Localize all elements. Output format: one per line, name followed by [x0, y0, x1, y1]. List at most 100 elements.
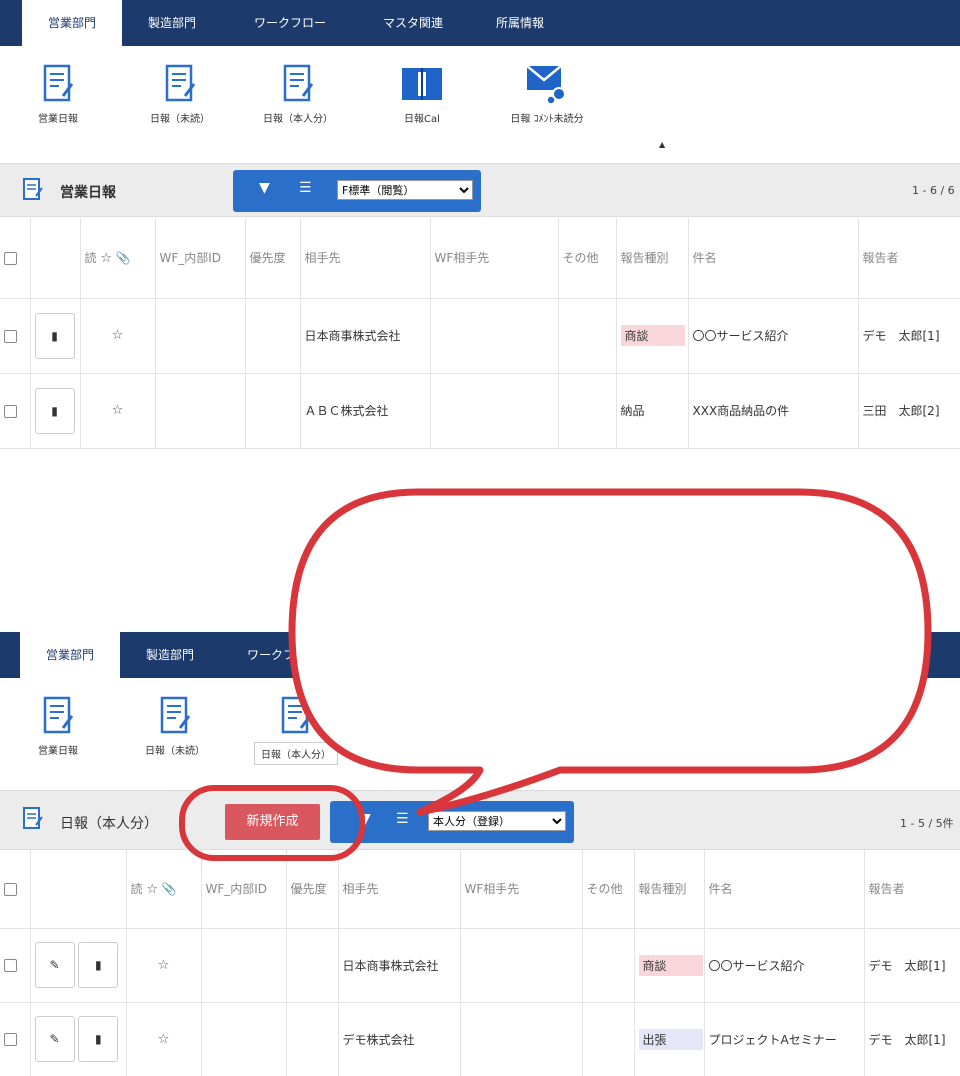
star-icon[interactable]: ☆: [112, 403, 124, 418]
row-checkbox[interactable]: [4, 1033, 17, 1046]
report-type-header[interactable]: 報告種別: [616, 218, 689, 299]
panel-title: 日報（本人分）: [60, 816, 158, 832]
report-type-badge: 商談: [620, 325, 685, 346]
subject-cell[interactable]: プロジェクトAセミナー: [704, 1002, 865, 1076]
report-type-cell: 納品: [616, 373, 689, 449]
view-select[interactable]: 本人分（登録）: [428, 811, 566, 831]
own-report-button[interactable]: 日報（本人分）: [248, 64, 348, 125]
sales-report-label: 営業日報: [38, 114, 78, 125]
tab-sales-dept[interactable]: 営業部門: [20, 632, 120, 678]
subject-cell[interactable]: XXX商品納品の件: [688, 373, 859, 449]
unread-comments-label: 日報 ｺﾒﾝﾄ未読分: [510, 114, 584, 125]
reporter-cell: デモ 太郎[1]: [858, 298, 960, 374]
top-main-tabs: 営業部門 製造部門 ワークフロー マスタ関連 所属情報: [0, 0, 960, 46]
own-report-button[interactable]: 日報（本人分）: [236, 696, 356, 765]
row-checkbox[interactable]: [4, 959, 17, 972]
reporter-header[interactable]: 報告者: [858, 218, 960, 299]
report-document-icon: [23, 178, 43, 200]
select-all-checkbox[interactable]: [4, 882, 17, 896]
report-type-header[interactable]: 報告種別: [634, 850, 705, 929]
report-calendar-label: 日報Cal: [404, 114, 440, 125]
report-document-icon: [43, 64, 74, 102]
read-column-header: 読: [84, 251, 97, 266]
star-icon[interactable]: ☆: [158, 1032, 170, 1047]
star-icon[interactable]: ☆: [158, 958, 170, 973]
list-view-icon[interactable]: ☰: [396, 811, 409, 827]
tab-master[interactable]: マスタ関連: [358, 0, 468, 46]
unread-report-button[interactable]: 日報（未読）: [130, 64, 230, 125]
top-icon-toolbar: 営業日報 日報（未読） 日報（本人分） 日報Cal 日報 ｺﾒﾝﾄ未読分: [0, 46, 960, 154]
reporter-header[interactable]: 報告者: [864, 850, 960, 929]
bottom-report-table: 読 ☆ 📎 WF_内部ID 優先度 相手先 WF相手先 その他 報告種別 件名 …: [0, 850, 960, 1076]
filter-icon[interactable]: ▼: [360, 811, 371, 827]
other-header[interactable]: その他: [558, 218, 617, 299]
wf-partner-header[interactable]: WF相手先: [430, 218, 559, 299]
bottom-main-tabs: 営業部門 製造部門 ワークフ: [0, 632, 960, 678]
list-view-icon[interactable]: ☰: [299, 180, 312, 196]
document-icon: ▮: [51, 328, 58, 343]
wf-partner-header[interactable]: WF相手先: [460, 850, 583, 929]
pencil-icon: ✎: [49, 1032, 60, 1046]
mail-gear-icon: [526, 65, 566, 105]
new-create-button[interactable]: 新規作成: [225, 804, 320, 840]
panel-title: 営業日報: [60, 185, 116, 201]
reporter-cell: 三田 太郎[2]: [858, 373, 960, 449]
own-report-label: 日報（本人分）: [254, 742, 338, 765]
tab-manufacturing-dept[interactable]: 製造部門: [120, 632, 220, 678]
tab-affiliation[interactable]: 所属情報: [470, 0, 570, 46]
bottom-panel-header: 日報（本人分） 新規作成 ▼ ☰ 本人分（登録） 1 - 5 / 5件: [0, 790, 960, 850]
paperclip-icon: 📎: [161, 882, 177, 897]
priority-header[interactable]: 優先度: [245, 218, 301, 299]
subject-header[interactable]: 件名: [704, 850, 865, 929]
view-select[interactable]: F標準（閲覧）: [337, 180, 473, 200]
other-header[interactable]: その他: [582, 850, 635, 929]
star-icon[interactable]: ☆: [112, 328, 124, 343]
pencil-icon: ✎: [49, 958, 60, 972]
view-document-button[interactable]: ▮: [34, 312, 75, 359]
view-document-button[interactable]: ▮: [78, 942, 119, 988]
subject-cell[interactable]: 〇〇サービス紹介: [704, 928, 865, 1003]
row-checkbox[interactable]: [4, 404, 17, 418]
document-icon: ▮: [95, 1032, 102, 1046]
table-row[interactable]: ▮ ☆ ＡＢＣ株式会社 納品 XXX商品納品の件 三田 太郎[2]: [0, 373, 960, 449]
edit-button[interactable]: ✎: [34, 1016, 75, 1062]
star-icon: ☆: [146, 882, 158, 898]
table-row[interactable]: ✎ ▮ ☆ 日本商事株式会社 商談 〇〇サービス紹介 デモ 太郎[1]: [0, 928, 960, 1003]
table-row[interactable]: ▮ ☆ 日本商事株式会社 商談 〇〇サービス紹介 デモ 太郎[1]: [0, 298, 960, 374]
view-document-button[interactable]: ▮: [78, 1016, 119, 1062]
tab-workflow[interactable]: ワークフ: [226, 632, 316, 678]
tab-sales-dept[interactable]: 営業部門: [22, 0, 122, 46]
tab-manufacturing-dept[interactable]: 製造部門: [122, 0, 222, 46]
reporter-cell: デモ 太郎[1]: [864, 1002, 960, 1076]
unread-comments-button[interactable]: 日報 ｺﾒﾝﾄ未読分: [492, 62, 602, 125]
view-document-button[interactable]: ▮: [34, 387, 75, 434]
row-checkbox[interactable]: [4, 329, 17, 343]
tab-workflow[interactable]: ワークフロー: [230, 0, 350, 46]
report-type-badge: 出張: [638, 1028, 703, 1050]
unread-report-button[interactable]: 日報（未読）: [125, 696, 225, 757]
select-all-checkbox[interactable]: [4, 251, 17, 265]
read-column-header: 読: [130, 882, 143, 897]
report-document-icon: [165, 64, 196, 102]
sales-report-button[interactable]: 営業日報: [18, 696, 98, 757]
subject-header[interactable]: 件名: [688, 218, 859, 299]
table-row[interactable]: ✎ ▮ ☆ デモ株式会社 出張 プロジェクトAセミナー デモ 太郎[1]: [0, 1002, 960, 1076]
edit-button[interactable]: ✎: [34, 942, 75, 988]
filter-toolbar: ▼ ☰ F標準（閲覧）: [233, 170, 481, 212]
wf-internal-id-header[interactable]: WF_内部ID: [155, 218, 246, 299]
paperclip-icon: 📎: [115, 251, 131, 266]
record-count: 1 - 5 / 5件: [900, 817, 954, 830]
sales-report-button[interactable]: 営業日報: [18, 64, 98, 125]
subject-cell[interactable]: 〇〇サービス紹介: [688, 298, 859, 374]
report-calendar-button[interactable]: 日報Cal: [380, 64, 464, 125]
partner-header[interactable]: 相手先: [338, 850, 461, 929]
filter-icon[interactable]: ▼: [259, 180, 270, 196]
top-panel-header: 営業日報 ▼ ☰ F標準（閲覧） 1 - 6 / 6: [0, 163, 960, 217]
priority-header[interactable]: 優先度: [286, 850, 339, 929]
wf-internal-id-header[interactable]: WF_内部ID: [201, 850, 287, 929]
star-icon: ☆: [100, 251, 112, 267]
partner-header[interactable]: 相手先: [300, 218, 431, 299]
partner-cell: ＡＢＣ株式会社: [300, 373, 431, 449]
collapse-caret-icon[interactable]: ▲: [659, 140, 665, 149]
record-count: 1 - 6 / 6: [912, 184, 955, 197]
